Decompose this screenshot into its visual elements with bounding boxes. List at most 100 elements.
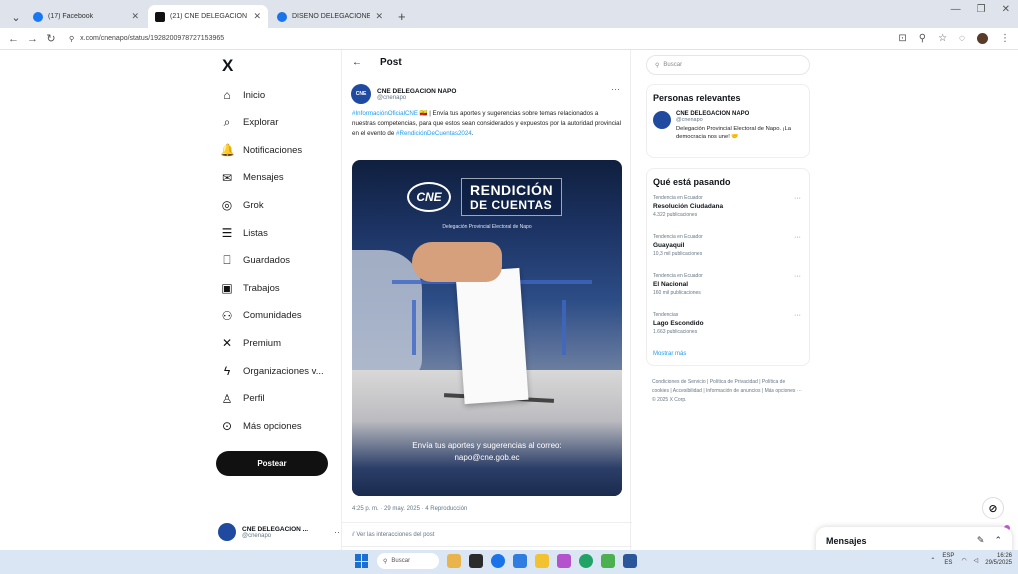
author-name[interactable]: CNE DELEGACION NAPO — [377, 88, 456, 95]
trend-item[interactable]: Tendencia en Ecuador Guayaquil 10,3 mil pu… — [647, 234, 809, 273]
network-icon[interactable]: ◠ — [961, 557, 966, 564]
x-logo-icon[interactable]: X — [222, 56, 233, 76]
close-window-icon[interactable]: ✕ — [1002, 4, 1010, 15]
chrome-icon[interactable] — [491, 554, 505, 568]
search-placeholder: Buscar — [663, 62, 683, 68]
back-icon[interactable]: ← — [8, 33, 19, 45]
trend-more-icon[interactable]: ··· — [794, 312, 801, 319]
sidebar-item-más-opciones[interactable]: ⊙ Más opciones — [220, 416, 302, 436]
address-bar-row: ← → ↻ ⚲ x.com/cnenapo/status/19282009787… — [0, 28, 1018, 50]
word-icon[interactable] — [623, 554, 637, 568]
post-image[interactable]: CNE RENDICIÓN DE CUENTAS Delegación Prov… — [352, 160, 622, 496]
grok-fab-icon[interactable]: ⊘ — [982, 497, 1004, 519]
new-tab-icon[interactable]: + — [398, 9, 406, 24]
trend-item[interactable]: Tendencia en Ecuador Resolución Ciudadana… — [647, 195, 809, 234]
footer-links[interactable]: Condiciones de Servicio | Política de Pr… — [652, 378, 802, 405]
show-more-link[interactable]: Mostrar más — [647, 351, 809, 367]
browser-tab-cne[interactable]: (21) CNE DELEGACION NAPO ... ✕ — [148, 5, 268, 28]
sidebar-item-label: Grok — [243, 199, 264, 211]
widgets-icon[interactable] — [447, 554, 461, 568]
right-sidebar: ⚲ Buscar Personas relevantes CNE DELEGAC… — [646, 50, 812, 550]
menu-icon[interactable]: ⋮ — [1000, 33, 1010, 44]
hashtag-link[interactable]: #RendiciónDeCuentas2024 — [396, 130, 472, 137]
browser-toolbar: ⊡ ⚲ ☆ ◌ ⋮ — [898, 33, 1010, 44]
view-interactions-link[interactable]: ⫽ Ver las interacciones del post — [352, 532, 434, 539]
sidebar-item-mensajes[interactable]: ✉ Mensajes — [220, 168, 284, 188]
app-icon[interactable] — [601, 554, 615, 568]
account-switcher[interactable]: CNE DELEGACION ... @cnenapo ··· — [218, 520, 343, 544]
sidebar-item-comunidades[interactable]: ⚇ Comunidades — [220, 306, 302, 326]
sidebar-item-notificaciones[interactable]: 🔔 Notificaciones — [220, 140, 302, 160]
home-icon: ⌂ — [223, 88, 231, 102]
cuentas-title: DE CUENTAS — [470, 198, 553, 212]
close-tab-icon[interactable]: ✕ — [253, 11, 261, 22]
relevant-title: Personas relevantes — [653, 93, 741, 103]
sidebar-item-guardados[interactable]: ⎕ Guardados — [220, 251, 290, 271]
hashtag-link[interactable]: #InformaciónOficialCNE — [352, 110, 418, 117]
briefcase-icon: ▣ — [221, 281, 233, 296]
translate-icon[interactable]: ⊡ — [898, 33, 906, 44]
trend-item[interactable]: Tendencia en Ecuador El Nacional 160 mil p… — [647, 273, 809, 312]
trend-more-icon[interactable]: ··· — [794, 234, 801, 241]
browser-tab-bar: ⌄ (17) Facebook ✕ (21) CNE DELEGACION NA… — [0, 0, 1018, 28]
minimize-icon[interactable]: — — [951, 4, 961, 15]
browser-tab-diseno[interactable]: DISEÑO DELEGACIONES CNE ✕ — [270, 5, 390, 28]
site-info-icon[interactable]: ⚲ — [69, 35, 74, 43]
trend-item[interactable]: Tendencias Lago Escondido 1.663 publicacio… — [647, 312, 809, 351]
app-icon[interactable] — [557, 554, 571, 568]
sidebar-item-inicio[interactable]: ⌂ Inicio — [220, 85, 265, 105]
language-indicator[interactable]: ESP ES — [942, 553, 954, 567]
sidebar-item-trabajos[interactable]: ▣ Trabajos — [220, 278, 280, 298]
bookmark-icon: ⎕ — [223, 253, 231, 268]
extensions-icon[interactable]: ◌ — [959, 33, 965, 44]
sidebar-item-label: Trabajos — [243, 282, 280, 294]
person-icon: ♙ — [221, 391, 233, 406]
reload-icon[interactable]: ↻ — [46, 32, 56, 45]
taskbar-search[interactable]: ⚲ Buscar — [377, 553, 439, 569]
relevant-person[interactable]: CNE DELEGACION NAPO @cnenapo Delegación … — [647, 103, 809, 141]
account-name: CNE DELEGACION ... — [242, 525, 309, 533]
taskbar-search-label: Buscar — [391, 558, 411, 564]
sidebar-item-label: Organizaciones v... — [243, 365, 324, 377]
trends-card: Qué está pasando Tendencia en Ecuador Res… — [646, 168, 810, 366]
sidebar-item-perfil[interactable]: ♙ Perfil — [220, 389, 265, 409]
maximize-icon[interactable]: ❐ — [977, 4, 986, 15]
back-arrow-icon[interactable]: ← — [352, 57, 362, 68]
sidebar-item-premium[interactable]: ✕ Premium — [220, 333, 281, 353]
author-avatar[interactable]: CNE — [351, 84, 371, 104]
post-more-icon[interactable]: ··· — [611, 84, 620, 94]
browser-tab-facebook[interactable]: (17) Facebook ✕ — [26, 5, 146, 28]
search-icon: ⚲ — [383, 558, 388, 565]
tray-chevron-icon[interactable]: ⌃ — [930, 557, 935, 564]
sidebar-item-explorar[interactable]: ⌕ Explorar — [220, 113, 279, 133]
star-icon[interactable]: ☆ — [938, 33, 947, 44]
close-tab-icon[interactable]: ✕ — [375, 11, 383, 22]
zoom-icon[interactable]: ⚲ — [919, 33, 926, 44]
url-field[interactable]: ⚲ x.com/cnenapo/status/19282009787271539… — [65, 31, 889, 47]
trend-more-icon[interactable]: ··· — [794, 195, 801, 202]
relevant-avatar[interactable] — [653, 111, 671, 129]
clock[interactable]: 16:26 29/5/2025 — [985, 553, 1012, 567]
forward-icon[interactable]: → — [27, 33, 38, 45]
sidebar-item-label: Inicio — [243, 89, 266, 101]
expand-icon[interactable]: ⌃ — [994, 535, 1002, 546]
trend-title: Resolución Ciudadana — [653, 203, 724, 210]
sidebar-item-organizaciones-v[interactable]: ϟ Organizaciones v... — [220, 361, 324, 381]
sidebar-item-listas[interactable]: ☰ Listas — [220, 223, 268, 243]
compose-message-icon[interactable]: ✎ — [977, 535, 985, 546]
folder-icon[interactable] — [535, 554, 549, 568]
post-author[interactable]: CNE CNE DELEGACION NAPO @cnenapo — [351, 84, 456, 104]
app-icon[interactable] — [579, 554, 593, 568]
search-input[interactable]: ⚲ Buscar — [646, 55, 810, 75]
volume-icon[interactable]: ◁ — [974, 557, 979, 564]
profile-avatar[interactable] — [977, 33, 988, 44]
windows-start-icon[interactable] — [355, 554, 369, 568]
task-view-icon[interactable] — [469, 554, 483, 568]
tab-search-icon[interactable]: ⌄ — [6, 6, 26, 28]
file-explorer-icon[interactable] — [513, 554, 527, 568]
post-button[interactable]: Postear — [216, 451, 328, 476]
post-timestamp[interactable]: 4:25 p. m. · 29 may. 2025 · 4 Reproducci… — [352, 506, 467, 512]
trend-more-icon[interactable]: ··· — [794, 273, 801, 280]
close-tab-icon[interactable]: ✕ — [131, 11, 139, 22]
sidebar-item-grok[interactable]: ◎ Grok — [220, 195, 264, 215]
